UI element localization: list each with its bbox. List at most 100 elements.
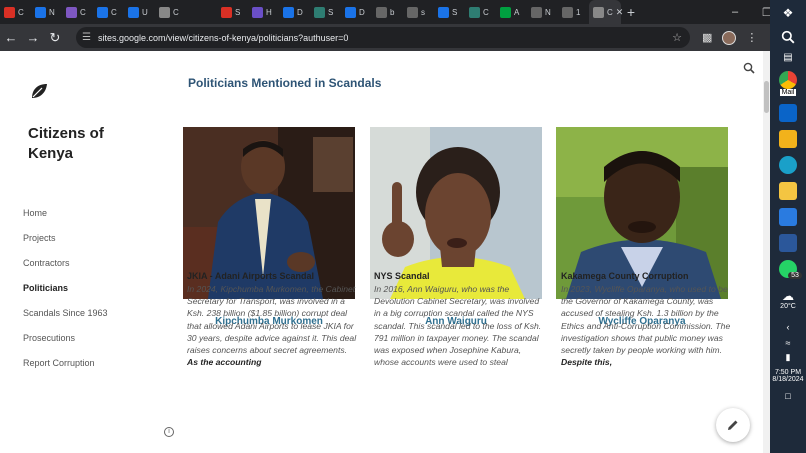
chrome-icon[interactable] — [779, 71, 797, 89]
scandal-body-text: In 2024, Kipchumba Murkomen, the Cabinet… — [187, 284, 357, 356]
tab-label: D — [297, 7, 303, 17]
mail-tooltip: Mail — [779, 89, 797, 96]
nav-item-prosecutions[interactable]: Prosecutions — [23, 331, 108, 356]
profile-avatar[interactable] — [722, 30, 737, 45]
browser-tab[interactable]: D — [279, 0, 310, 24]
page-content: Citizens of Kenya Home Projects Contractor… — [0, 51, 770, 453]
search-icon[interactable] — [743, 62, 755, 74]
nav-item-contractors[interactable]: Contractors — [23, 256, 108, 281]
nav-item-scandals-since-1963[interactable]: Scandals Since 1963 — [23, 306, 108, 331]
nav-item-report-corruption[interactable]: Report Corruption — [23, 356, 108, 381]
clock-date[interactable]: 8/18/2024 — [772, 376, 803, 383]
search-taskbar-icon[interactable] — [781, 30, 795, 44]
browser-tab[interactable]: C — [155, 0, 186, 24]
tab-label: C — [18, 7, 24, 17]
leaf-logo-icon[interactable] — [30, 83, 48, 99]
new-tab-icon[interactable]: + — [621, 4, 641, 20]
reload-icon[interactable]: ↻ — [44, 30, 66, 46]
tab-label: H — [266, 7, 272, 17]
menu-kebab-icon[interactable]: ⋮ — [746, 31, 757, 44]
chevron-up-icon[interactable]: ‹ — [787, 322, 790, 332]
scandal-body: In 2023, Wycliffe Oparanya, who used to … — [561, 283, 733, 368]
file-explorer-icon[interactable] — [779, 182, 797, 200]
browser-tab[interactable]: N — [31, 0, 62, 24]
tab-label: C — [173, 7, 179, 17]
weather-icon[interactable]: ☁ — [782, 289, 794, 303]
wifi-icon[interactable]: ≈ — [786, 338, 791, 348]
tab-favicon-icon — [35, 6, 46, 18]
address-bar[interactable]: ☰ sites.google.com/view/citizens-of-keny… — [76, 27, 690, 48]
nav-item-home[interactable]: Home — [23, 206, 108, 231]
bookmark-star-icon[interactable]: ☆ — [672, 31, 682, 44]
windows-start-icon[interactable]: ❖ — [783, 6, 794, 20]
scandal-body: In 2016, Ann Waiguru, who was the Devolu… — [374, 283, 546, 368]
tab-favicon-icon — [252, 6, 263, 18]
tab-favicon-icon — [593, 6, 604, 18]
scandal-body-text: In 2016, Ann Waiguru, who was the Devolu… — [374, 284, 542, 368]
tab-favicon-icon — [500, 6, 511, 18]
word-icon[interactable] — [779, 234, 797, 252]
scandal-body-emphasis: Despite this, — [561, 357, 613, 368]
edit-button[interactable] — [716, 408, 750, 442]
browser-tab[interactable]: A — [496, 0, 527, 24]
info-icon[interactable]: i — [164, 427, 174, 437]
scandal-title: NYS Scandal — [374, 271, 430, 281]
notifications-icon[interactable]: □ — [785, 391, 790, 401]
task-view-icon[interactable]: ▤ — [783, 52, 792, 63]
browser-tab[interactable]: C — [465, 0, 496, 24]
browser-tab[interactable]: S — [217, 0, 248, 24]
browser-tab[interactable] — [186, 0, 217, 24]
tab-label: 1 — [576, 7, 581, 17]
minimize-icon[interactable]: – — [728, 6, 742, 18]
section-title: Politicians Mentioned in Scandals — [188, 76, 382, 90]
browser-tab[interactable]: C — [0, 0, 31, 24]
browser-tab[interactable]: S — [310, 0, 341, 24]
browser-tab[interactable]: C ✕ — [589, 0, 623, 24]
url-text: sites.google.com/view/citizens-of-kenya/… — [98, 32, 349, 43]
browser-tab[interactable]: 1 — [558, 0, 589, 24]
tab-label: b — [390, 7, 395, 17]
browser-tab[interactable]: b — [372, 0, 403, 24]
scandal-body-text: In 2023, Wycliffe Oparanya, who used to … — [561, 284, 731, 356]
scandal-description: NYS Scandal In 2016, Ann Waiguru, who wa… — [374, 271, 546, 368]
tab-favicon-icon — [469, 6, 480, 18]
scrollbar-thumb[interactable] — [764, 81, 769, 113]
scandal-title: Kakamega County Corruption — [561, 271, 689, 281]
tab-favicon-icon — [4, 6, 15, 18]
nav-item-politicians[interactable]: Politicians — [23, 281, 108, 306]
browser-tab[interactable]: U — [124, 0, 155, 24]
tab-label: S — [328, 7, 334, 17]
clock-time[interactable]: 7:50 PM — [775, 369, 801, 376]
scandal-description: JKIA - Adani Airports Scandal In 2024, K… — [187, 271, 359, 368]
battery-icon[interactable]: ▮ — [786, 352, 791, 363]
browser-tab[interactable]: s — [403, 0, 434, 24]
forward-icon[interactable]: → — [22, 30, 44, 45]
browser-tab[interactable]: C — [62, 0, 93, 24]
tab-strip: C N C C U C S H D S Db s S C A N 1 C ✕ + — [0, 0, 770, 24]
store-icon[interactable] — [779, 130, 797, 148]
browser-tab[interactable]: C — [93, 0, 124, 24]
browser-toolbar: ← → ↻ ☰ sites.google.com/view/citizens-o… — [0, 24, 770, 51]
drive-icon[interactable] — [779, 208, 797, 226]
back-icon[interactable]: ← — [0, 30, 22, 45]
tab-label: N — [545, 7, 551, 17]
tab-favicon-icon — [221, 6, 232, 18]
tab-favicon-icon — [376, 6, 387, 18]
browser-tab[interactable]: S — [434, 0, 465, 24]
site-title[interactable]: Citizens of Kenya — [28, 124, 138, 164]
scandal-title: JKIA - Adani Airports Scandal — [187, 271, 315, 281]
mail-icon[interactable] — [779, 104, 797, 122]
tab-label: S — [452, 7, 458, 17]
browser-tab[interactable]: N — [527, 0, 558, 24]
notification-badge: 53 — [788, 272, 802, 279]
browser-tab[interactable]: H — [248, 0, 279, 24]
extensions-icon[interactable]: ▩ — [702, 31, 712, 44]
site-info-icon[interactable]: ☰ — [82, 32, 98, 43]
nav-item-projects[interactable]: Projects — [23, 231, 108, 256]
tab-label: U — [142, 7, 148, 17]
tab-label: s — [421, 7, 425, 17]
browser-tab[interactable]: D — [341, 0, 372, 24]
edge-icon[interactable] — [779, 156, 797, 174]
tab-label: C — [607, 7, 613, 17]
tab-favicon-icon — [531, 6, 542, 18]
